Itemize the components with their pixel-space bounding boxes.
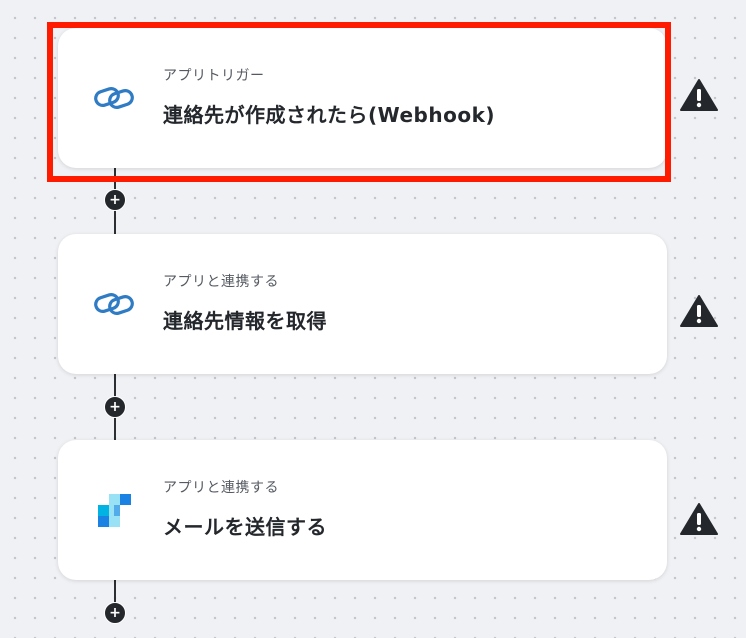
- warning-icon[interactable]: [680, 294, 718, 328]
- add-step-button[interactable]: +: [104, 396, 126, 418]
- step-kind-label: アプリと連携する: [163, 480, 279, 496]
- step-title: 連絡先が作成されたら(Webhook): [163, 103, 496, 127]
- zoho-link-icon: [94, 284, 134, 324]
- step-kind-label: アプリトリガー: [163, 68, 265, 84]
- warning-icon[interactable]: [680, 78, 718, 112]
- plus-icon: +: [109, 398, 121, 415]
- warning-icon[interactable]: [680, 502, 718, 536]
- flow-step-card-send-email[interactable]: アプリと連携する メールを送信する: [58, 440, 667, 580]
- step-kind-label: アプリと連携する: [163, 274, 279, 290]
- add-step-button[interactable]: +: [104, 189, 126, 211]
- zoho-link-icon: [94, 78, 134, 118]
- step-title: メールを送信する: [163, 515, 327, 539]
- step-title: 連絡先情報を取得: [163, 309, 327, 333]
- plus-icon: +: [109, 604, 121, 621]
- sendgrid-icon: [94, 490, 134, 530]
- add-step-button[interactable]: +: [104, 602, 126, 624]
- flow-step-card-get-contact[interactable]: アプリと連携する 連絡先情報を取得: [58, 234, 667, 374]
- plus-icon: +: [109, 191, 121, 208]
- flow-step-card-trigger[interactable]: アプリトリガー 連絡先が作成されたら(Webhook): [58, 28, 667, 168]
